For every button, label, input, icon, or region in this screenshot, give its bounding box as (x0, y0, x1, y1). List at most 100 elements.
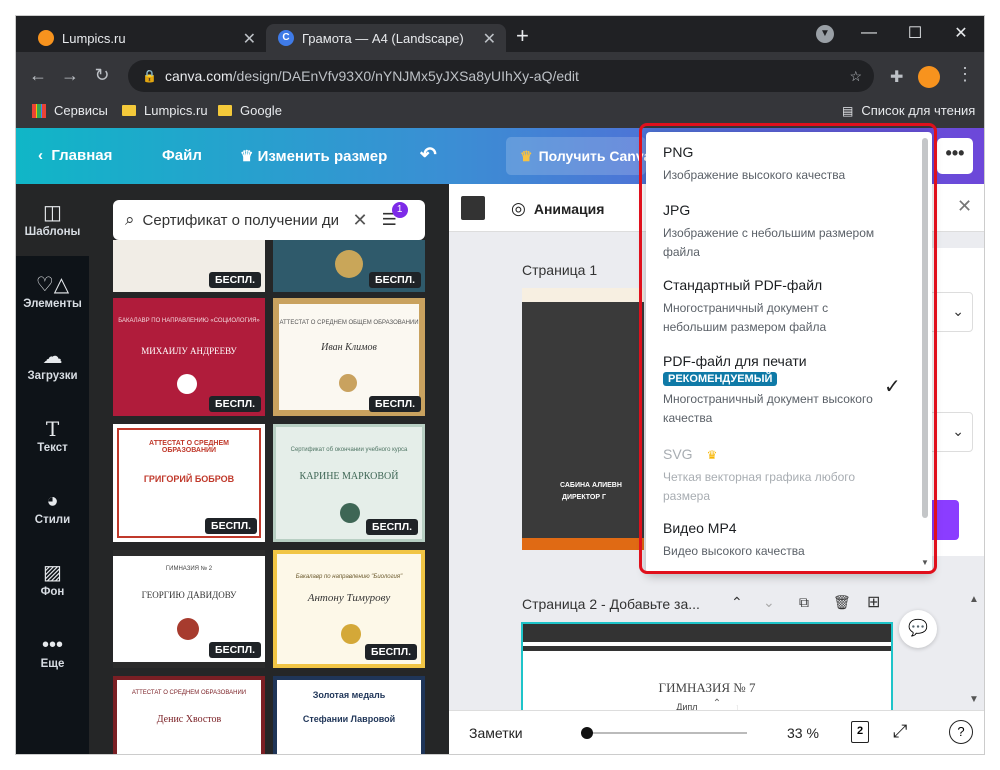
reading-list[interactable]: ▤ Список для чтения (842, 103, 975, 118)
bookmark-label: Google (240, 103, 282, 118)
help-icon[interactable]: ? (949, 720, 973, 744)
close-window-icon[interactable]: ✕ (938, 16, 984, 50)
zoom-value[interactable]: 33 % (787, 725, 819, 741)
elements-icon: ♡△ (35, 274, 70, 296)
rail-elements[interactable]: ♡△ Элементы (16, 272, 89, 310)
zoom-slider[interactable] (587, 732, 747, 734)
scroll-down-arrow-icon[interactable]: ▼ (969, 694, 979, 705)
new-tab-icon[interactable]: + (516, 23, 529, 49)
rail-styles[interactable]: ◕ Стили (16, 488, 89, 526)
thumb-caption: Бакалавр по направлению "Биология" (295, 574, 403, 580)
thumb-caption: АТТЕСТАТ О СРЕДНЕМ ОБРАЗОВАНИИ (149, 440, 229, 454)
rail-more[interactable]: ••• Еще (16, 632, 89, 670)
notes-button[interactable]: Заметки (469, 725, 523, 741)
seal-icon (177, 374, 197, 394)
seal-icon (341, 624, 361, 644)
free-badge: БЕСПЛ. (205, 518, 257, 534)
crown-icon: ♛ (240, 148, 258, 165)
seal-icon (339, 374, 357, 392)
page-1-canvas[interactable]: САБИНА АЛИЕВН ДИРЕКТОР Г (522, 288, 644, 550)
template-thumb[interactable]: АТТЕСТАТ О СРЕДНЕМ ОБЩЕМ ОБРАЗОВАНИИ Ива… (273, 298, 425, 416)
template-thumb[interactable]: Бакалавр по направлению "Биология" Антон… (273, 550, 425, 668)
tab-canva[interactable]: C Грамота — A4 (Landscape) ✕ (266, 24, 506, 52)
reload-icon[interactable]: ↻ (90, 65, 114, 86)
template-thumb[interactable]: Сертификат об окончании учебного курса К… (273, 424, 425, 542)
template-thumb[interactable]: Золотая медаль Стефании Лавровой (273, 676, 425, 754)
thumb-title: ГЕОРГИЮ ДАВИДОВУ (141, 590, 237, 600)
extensions-icon[interactable]: ✚ (890, 67, 903, 87)
page-2-title: ГИМНАЗИЯ № 7 (658, 680, 756, 695)
duplicate-page-icon[interactable]: ⧉ (799, 594, 809, 611)
bookmark-google[interactable]: Google (218, 103, 282, 118)
undo-icon[interactable]: ↶ (420, 142, 437, 167)
minimize-icon[interactable]: — (846, 16, 892, 50)
filter-icon[interactable]: ☰ 1 (382, 202, 408, 230)
template-thumb[interactable]: БЕСПЛ. (273, 240, 425, 292)
reading-list-icon: ▤ (842, 103, 854, 118)
rail-label: Еще (40, 658, 65, 670)
color-swatch[interactable] (461, 196, 485, 220)
template-thumb[interactable]: ГИМНАЗИЯ № 2 ГЕОРГИЮ ДАВИДОВУ БЕСПЛ. (113, 550, 265, 668)
back-icon[interactable]: ← (26, 65, 50, 86)
free-badge: БЕСПЛ. (366, 519, 418, 535)
thumb-title: Иван Климов (321, 342, 377, 353)
chevron-up-icon[interactable]: ⌃ (731, 594, 743, 611)
rail-uploads[interactable]: ☁ Загрузки (16, 344, 89, 382)
rail-text[interactable]: T Текст (16, 416, 89, 454)
free-badge: БЕСПЛ. (369, 396, 421, 412)
close-tab-icon[interactable]: ✕ (483, 29, 496, 49)
page-count-button[interactable]: 2 (851, 721, 869, 743)
fullscreen-icon[interactable]: ⤢ (893, 721, 907, 742)
thumb-title: КАРИНЕ МАРКОВОЙ (299, 471, 399, 482)
profile-avatar[interactable] (918, 66, 940, 88)
add-page-icon[interactable]: ⊞ (867, 592, 880, 612)
forward-icon[interactable]: → (58, 65, 82, 86)
page-2-label[interactable]: Страница 2 - Добавьте за... (522, 596, 700, 612)
page-1-label: Страница 1 (522, 262, 598, 278)
template-thumb[interactable]: БЕСПЛ. (113, 240, 265, 292)
more-options-button[interactable]: ••• (937, 138, 973, 174)
close-toolbar-icon[interactable]: ✕ (957, 196, 972, 217)
close-tab-icon[interactable]: ✕ (243, 29, 256, 49)
zoom-slider-handle[interactable] (581, 727, 593, 739)
rail-background[interactable]: ▨ Фон (16, 560, 89, 598)
palette-icon: ◕ (46, 490, 59, 512)
comment-icon[interactable]: 💬 (899, 610, 937, 648)
canva-favicon-icon: C (278, 30, 294, 46)
resize-button[interactable]: ♛ Изменить размер (240, 147, 387, 165)
clear-search-icon[interactable]: ✕ (353, 210, 368, 231)
template-search-field[interactable]: ⌕ Сертификат о получении ди ✕ ☰ 1 (113, 200, 425, 240)
rail-label: Фон (40, 586, 65, 598)
more-icon: ••• (41, 634, 63, 656)
animation-button[interactable]: ◎ Анимация (511, 199, 604, 219)
thumb-title: Стефании Лавровой (302, 714, 396, 724)
rail-label: Элементы (23, 298, 82, 310)
template-thumb[interactable]: БАКАЛАВР ПО НАПРАВЛЕНИЮ «СОЦИОЛОГИЯ» МИХ… (113, 298, 265, 416)
rail-label: Загрузки (27, 370, 78, 382)
template-icon: ◫ (43, 202, 62, 224)
seal-icon (340, 503, 360, 523)
search-icon: ⌕ (125, 210, 135, 229)
template-thumb[interactable]: АТТЕСТАТ О СРЕДНЕМ ОБРАЗОВАНИИ Денис Хво… (113, 676, 265, 754)
url-host: canva.com (164, 68, 233, 84)
get-canva-pro-button[interactable]: ♛ Получить Canva (506, 137, 646, 175)
bookmark-apps[interactable]: Сервисы (32, 103, 108, 118)
chevron-down-icon[interactable]: ⌄ (763, 594, 775, 611)
menu-dots-icon[interactable]: ⋮ (956, 64, 974, 85)
folder-icon (122, 105, 136, 116)
home-button[interactable]: ‹ Главная (38, 147, 112, 164)
file-menu-button[interactable]: Файл (162, 147, 202, 164)
scroll-up-arrow-icon[interactable]: ▲ (969, 594, 979, 605)
bookmark-lumpics[interactable]: Lumpics.ru (122, 103, 208, 118)
orange-favicon-icon (38, 30, 54, 46)
delete-page-icon[interactable]: 🗑 (833, 594, 851, 611)
tab-search-icon[interactable]: ▼ (816, 25, 834, 43)
rail-label: Текст (37, 442, 68, 454)
bookmark-star-icon[interactable]: ☆ (849, 68, 862, 85)
search-input[interactable]: Сертификат о получении ди (143, 212, 343, 229)
maximize-icon[interactable]: ☐ (892, 16, 938, 50)
rail-templates[interactable]: ◫ Шаблоны (16, 184, 89, 256)
tab-lumpics[interactable]: Lumpics.ru ✕ (26, 24, 266, 52)
address-bar[interactable]: 🔒 canva.com /design/DAEnVfv93X0/nYNJMx5y… (128, 60, 874, 92)
template-thumb[interactable]: АТТЕСТАТ О СРЕДНЕМ ОБРАЗОВАНИИ ГРИГОРИЙ … (113, 424, 265, 542)
